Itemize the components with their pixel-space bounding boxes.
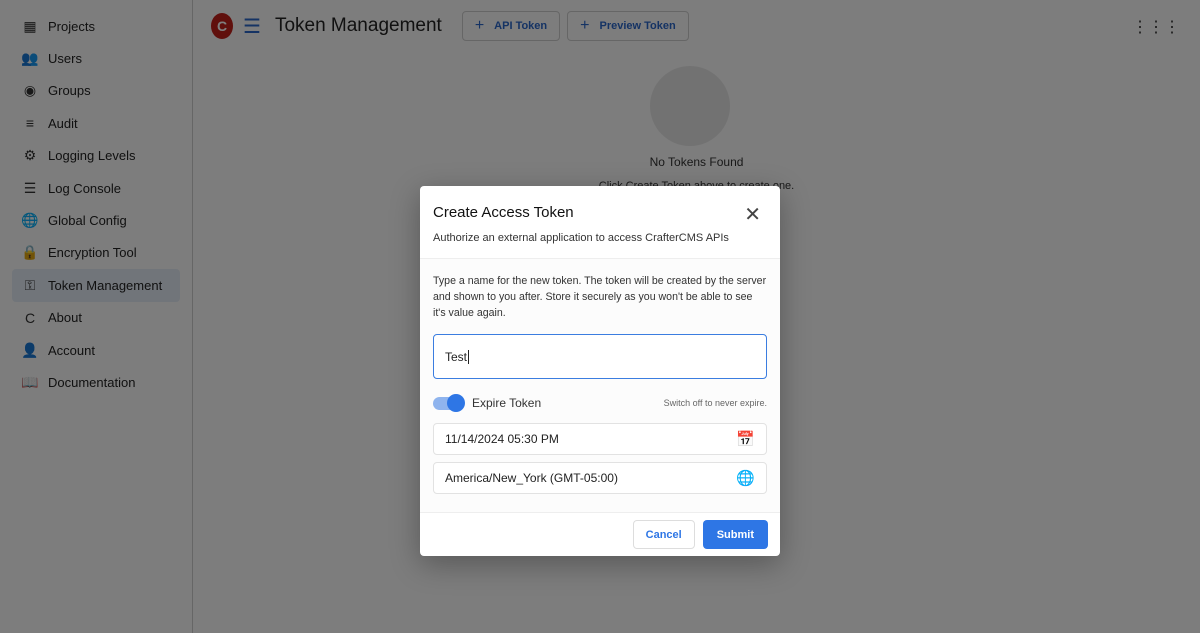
expire-token-toggle[interactable] (433, 393, 465, 412)
expire-hint: Switch off to never expire. (663, 398, 767, 408)
calendar-icon[interactable]: 📅 (736, 430, 755, 448)
date-value: 11/14/2024 05:30 PM (445, 432, 559, 446)
globe-icon: 🌐 (736, 470, 755, 487)
dialog-description: Type a name for the new token. The token… (433, 275, 767, 319)
expiry-date-field[interactable]: 11/14/2024 05:30 PM 📅 (433, 423, 767, 455)
timezone-field[interactable]: America/New_York (GMT-05:00) 🌐 (433, 462, 767, 494)
create-token-dialog: Create Access Token Authorize an externa… (420, 186, 780, 556)
token-name-input[interactable]: Test (433, 334, 767, 379)
dialog-subtitle: Authorize an external application to acc… (433, 232, 729, 244)
cancel-button[interactable]: Cancel (632, 520, 695, 549)
input-value: Test (445, 349, 468, 364)
timezone-value: America/New_York (GMT-05:00) (445, 471, 618, 485)
dialog-title: Create Access Token (433, 204, 574, 221)
expire-token-label: Expire Token (472, 396, 542, 410)
submit-button[interactable]: Submit (702, 520, 768, 549)
close-icon[interactable]: ✕ (744, 202, 761, 227)
